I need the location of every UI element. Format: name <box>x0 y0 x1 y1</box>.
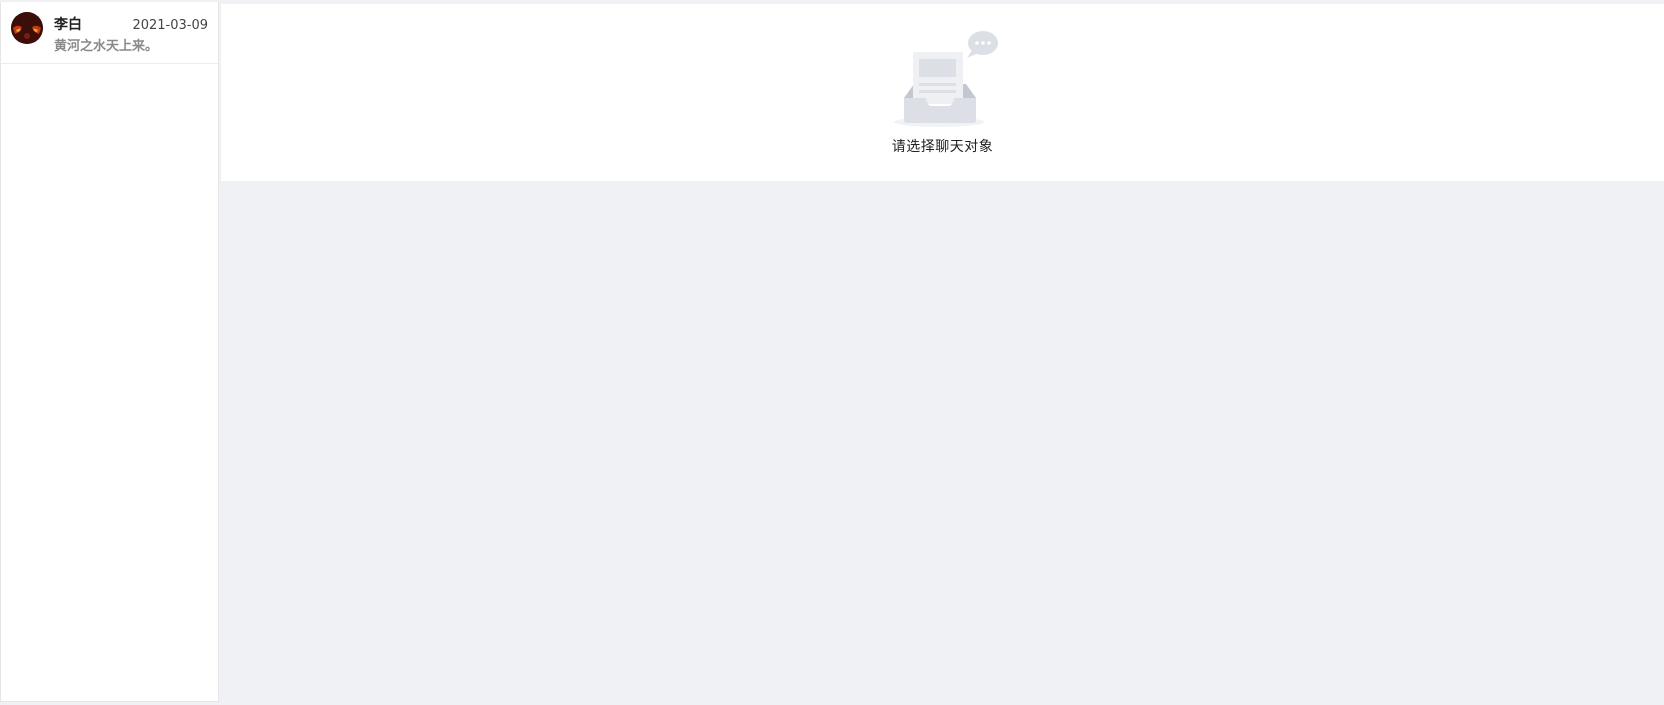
chat-app: 李白 2021-03-09 黄河之水天上来。 请选择聊天对象 <box>0 0 1664 705</box>
chat-list-sidebar: 李白 2021-03-09 黄河之水天上来。 <box>0 2 219 702</box>
chat-main-panel: 请选择聊天对象 <box>221 4 1664 181</box>
empty-inbox-icon <box>894 26 1004 132</box>
chat-list-item[interactable]: 李白 2021-03-09 黄河之水天上来。 <box>1 2 218 64</box>
last-message-preview: 黄河之水天上来。 <box>54 39 159 54</box>
avatar[interactable] <box>11 12 43 44</box>
chat-date: 2021-03-09 <box>132 18 208 33</box>
avatar-image <box>11 12 43 44</box>
empty-state-message: 请选择聊天对象 <box>891 139 994 155</box>
contact-name: 李白 <box>54 17 82 33</box>
